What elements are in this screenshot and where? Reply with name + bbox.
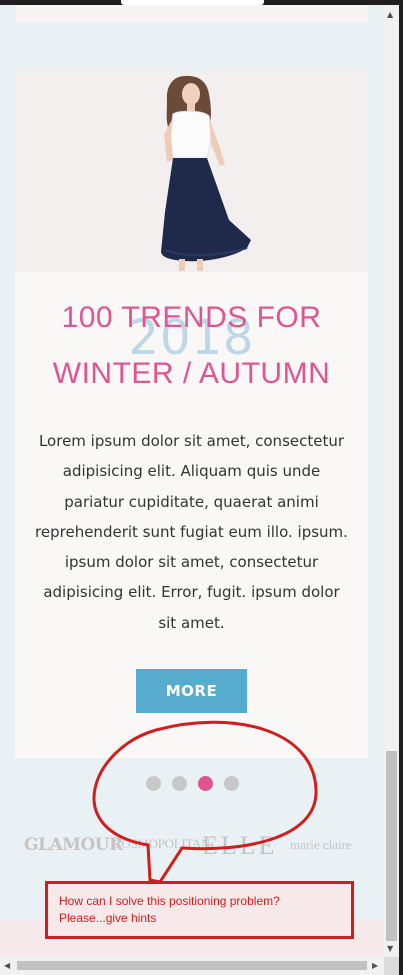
annotation-note-box: How can I solve this positioning problem… bbox=[45, 881, 354, 939]
vertical-scroll-thumb[interactable] bbox=[386, 751, 397, 941]
previous-card-edge bbox=[16, 5, 368, 22]
window-right-border bbox=[399, 0, 403, 975]
article-description: Lorem ipsum dolor sit amet, consectetur … bbox=[35, 432, 348, 632]
brand-logo-glamour: GLAMOUR bbox=[24, 835, 123, 855]
page-viewport: 2018 100 TRENDS FOR WINTER / AUTUMN Lore… bbox=[0, 5, 384, 957]
brand-logo-cosmopolitan: COSMOPOLITAN bbox=[113, 836, 211, 851]
carousel-dot-4[interactable] bbox=[224, 776, 239, 791]
scroll-up-arrow-icon[interactable]: ▲ bbox=[387, 11, 393, 19]
more-button[interactable]: MORE bbox=[136, 669, 247, 713]
annotation-line-2: Please...give hints bbox=[59, 911, 157, 925]
vertical-scrollbar[interactable]: ▲ ▼ bbox=[384, 5, 399, 957]
brand-logo-marie-claire: marie claire bbox=[290, 837, 352, 852]
scroll-down-arrow-icon[interactable]: ▼ bbox=[387, 945, 393, 953]
brand-logo-elle: ELLE bbox=[202, 831, 278, 860]
article-card: 2018 100 TRENDS FOR WINTER / AUTUMN Lore… bbox=[15, 72, 368, 758]
article-photo bbox=[15, 72, 368, 272]
carousel-dots bbox=[146, 776, 239, 791]
scrollbar-corner bbox=[384, 957, 399, 975]
article-title: 100 TRENDS FOR WINTER / AUTUMN bbox=[15, 290, 368, 402]
scroll-left-arrow-icon[interactable]: ◀ bbox=[4, 962, 10, 970]
carousel-dot-2[interactable] bbox=[172, 776, 187, 791]
annotation-line-1: How can I solve this positioning problem… bbox=[59, 894, 280, 908]
brand-logos: GLAMOUR COSMOPOLITAN ELLE marie claire bbox=[24, 831, 364, 860]
article-title-line-1: 100 TRENDS FOR bbox=[61, 301, 322, 334]
model-photo-image bbox=[161, 75, 251, 271]
carousel-dot-3-active[interactable] bbox=[198, 776, 213, 791]
horizontal-scrollbar[interactable]: ◀ ▶ bbox=[0, 957, 384, 975]
carousel-dot-1[interactable] bbox=[146, 776, 161, 791]
scroll-right-arrow-icon[interactable]: ▶ bbox=[372, 962, 378, 970]
horizontal-scroll-thumb[interactable] bbox=[17, 961, 367, 970]
article-title-line-2: WINTER / AUTUMN bbox=[52, 357, 331, 390]
